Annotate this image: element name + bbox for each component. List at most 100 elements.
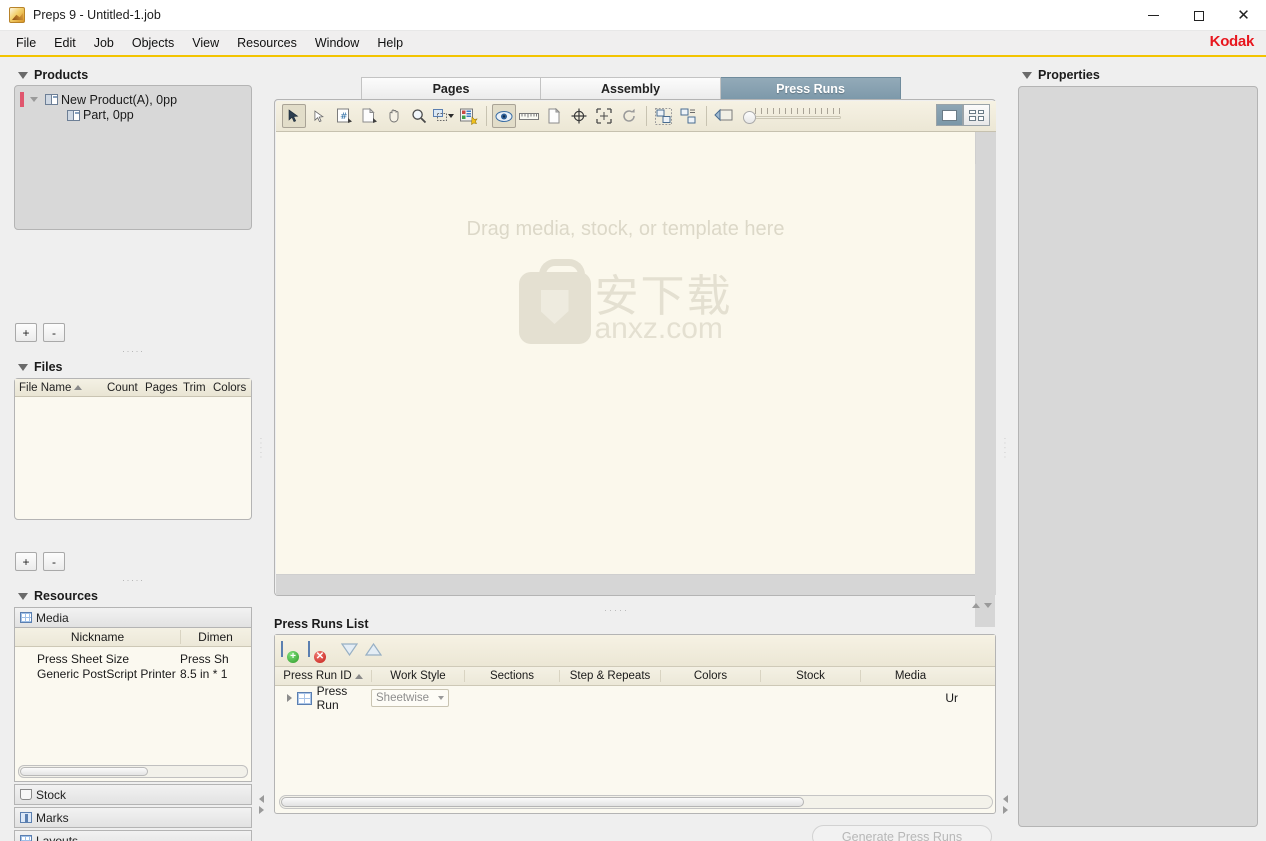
- press-runs-column-colors[interactable]: Colors: [660, 670, 760, 682]
- files-column-file-name[interactable]: File Name: [15, 382, 103, 394]
- marquee-select-icon[interactable]: [432, 104, 456, 128]
- resources-section-marks[interactable]: Marks: [14, 807, 252, 828]
- media-column-dimension[interactable]: Dimen: [180, 630, 250, 644]
- select-arrow-icon[interactable]: [282, 104, 306, 128]
- chevron-left-icon[interactable]: [1002, 795, 1008, 803]
- gang-right-icon[interactable]: [677, 104, 701, 128]
- chevron-right-icon[interactable]: [1002, 806, 1008, 814]
- zoom-slider[interactable]: [743, 108, 843, 124]
- single-view-icon[interactable]: [936, 104, 963, 126]
- press-runs-column-media[interactable]: Media: [860, 670, 960, 682]
- chevron-left-icon[interactable]: [258, 795, 264, 803]
- add-product-button[interactable]: +: [15, 323, 37, 342]
- media-horizontal-scrollbar[interactable]: [18, 765, 248, 778]
- zoom-slider-track[interactable]: [755, 116, 841, 119]
- chevron-down-icon[interactable]: [30, 97, 38, 102]
- chevron-down-icon[interactable]: [984, 603, 992, 608]
- press-runs-column-stock[interactable]: Stock: [760, 670, 860, 682]
- canvas-list-splitter[interactable]: ·····: [274, 600, 996, 616]
- media-scroll-thumb[interactable]: [20, 767, 148, 776]
- add-file-button[interactable]: +: [15, 552, 37, 571]
- close-button[interactable]: ✕: [1221, 0, 1266, 31]
- move-up-button[interactable]: [364, 642, 383, 659]
- menu-item-help[interactable]: Help: [368, 33, 412, 53]
- add-press-run-button[interactable]: +: [281, 640, 301, 663]
- chevron-up-icon[interactable]: [972, 603, 980, 608]
- menu-item-edit[interactable]: Edit: [45, 33, 85, 53]
- canvas-sheet[interactable]: Drag media, stock, or template here 安下载 …: [276, 132, 976, 575]
- tab-press-runs[interactable]: Press Runs: [721, 77, 901, 99]
- press-runs-column-step-repeats[interactable]: Step & Repeats: [559, 670, 660, 682]
- files-column-count[interactable]: Count: [103, 382, 141, 394]
- files-splitter[interactable]: ·····: [122, 575, 145, 585]
- press-runs-horizontal-scrollbar[interactable]: [279, 795, 993, 809]
- zoom-icon[interactable]: [407, 104, 431, 128]
- ruler-icon[interactable]: [517, 104, 541, 128]
- resources-section-layouts[interactable]: Layouts: [14, 830, 252, 841]
- preview-eye-icon[interactable]: [492, 104, 516, 128]
- products-tree[interactable]: New Product(A), 0pp Part, 0pp: [14, 85, 252, 230]
- menu-item-window[interactable]: Window: [306, 33, 368, 53]
- remove-product-button[interactable]: -: [43, 323, 65, 342]
- generate-press-runs-button[interactable]: Generate Press Runs: [812, 825, 992, 841]
- work-style-dropdown[interactable]: Sheetwise: [371, 689, 449, 707]
- right-splitter-arrows[interactable]: [1002, 795, 1008, 814]
- press-runs-column-work-style[interactable]: Work Style: [371, 670, 464, 682]
- chevron-right-icon[interactable]: [258, 806, 264, 814]
- right-splitter[interactable]: ·····: [1000, 57, 1010, 841]
- files-panel-header[interactable]: Files: [18, 360, 63, 374]
- minimize-button[interactable]: [1131, 0, 1176, 31]
- move-down-button[interactable]: [340, 642, 359, 659]
- media-table[interactable]: Nickname Dimen Press Sheet Size Press Sh…: [14, 628, 252, 782]
- media-column-nickname[interactable]: Nickname: [15, 630, 180, 644]
- rotate-icon[interactable]: [617, 104, 641, 128]
- grid-view-icon[interactable]: [963, 104, 990, 126]
- tab-pages[interactable]: Pages: [361, 77, 541, 99]
- resources-section-stock[interactable]: Stock: [14, 784, 252, 805]
- media-table-row[interactable]: Generic PostScript Printer 8.5 in * 1: [15, 666, 251, 681]
- menu-item-objects[interactable]: Objects: [123, 33, 183, 53]
- splitter-collapse-arrows[interactable]: [972, 603, 992, 608]
- menu-item-resources[interactable]: Resources: [228, 33, 306, 53]
- page-number-icon[interactable]: #: [332, 104, 356, 128]
- product-part-row[interactable]: Part, 0pp: [67, 108, 251, 122]
- menu-item-job[interactable]: Job: [85, 33, 123, 53]
- fold-icon[interactable]: [712, 104, 736, 128]
- files-column-colors[interactable]: Colors: [209, 382, 251, 394]
- menu-item-file[interactable]: File: [7, 33, 45, 53]
- page-icon[interactable]: [357, 104, 381, 128]
- expand-row-icon[interactable]: [287, 694, 292, 702]
- menu-item-view[interactable]: View: [183, 33, 228, 53]
- files-column-pages[interactable]: Pages: [141, 382, 179, 394]
- press-run-id-cell[interactable]: Press Run: [275, 684, 371, 712]
- left-splitter-arrows[interactable]: [258, 795, 264, 814]
- press-runs-column-id[interactable]: Press Run ID: [275, 670, 371, 682]
- canvas-vertical-scroll-area[interactable]: [975, 164, 995, 627]
- properties-panel-header[interactable]: Properties: [1022, 68, 1100, 82]
- gang-left-icon[interactable]: [652, 104, 676, 128]
- files-table[interactable]: File Name Count Pages Trim Colors: [14, 378, 252, 520]
- direct-select-icon[interactable]: [307, 104, 331, 128]
- smart-mark-icon[interactable]: [457, 104, 481, 128]
- product-tree-row[interactable]: New Product(A), 0pp: [20, 92, 251, 107]
- files-column-trim[interactable]: Trim: [179, 382, 209, 394]
- table-row[interactable]: Press Run Sheetwise Ur: [275, 684, 995, 712]
- resources-panel-header[interactable]: Resources: [18, 589, 98, 603]
- registration-icon[interactable]: [567, 104, 591, 128]
- tab-assembly[interactable]: Assembly: [541, 77, 721, 99]
- properties-content[interactable]: [1018, 86, 1258, 827]
- crop-marks-icon[interactable]: [592, 104, 616, 128]
- maximize-button[interactable]: [1176, 0, 1221, 31]
- zoom-slider-knob[interactable]: [743, 111, 756, 124]
- press-runs-scroll-thumb[interactable]: [281, 797, 804, 807]
- resources-section-media[interactable]: Media: [14, 607, 252, 628]
- products-splitter[interactable]: ·····: [122, 346, 145, 356]
- press-runs-column-sections[interactable]: Sections: [464, 670, 559, 682]
- media-table-row[interactable]: Press Sheet Size Press Sh: [15, 651, 251, 666]
- remove-file-button[interactable]: -: [43, 552, 65, 571]
- media-cell[interactable]: Ur: [860, 691, 960, 705]
- left-splitter[interactable]: ·····: [256, 57, 266, 841]
- canvas-viewport[interactable]: Drag media, stock, or template here 安下载 …: [276, 132, 996, 627]
- sheet-icon[interactable]: [542, 104, 566, 128]
- hand-icon[interactable]: [382, 104, 406, 128]
